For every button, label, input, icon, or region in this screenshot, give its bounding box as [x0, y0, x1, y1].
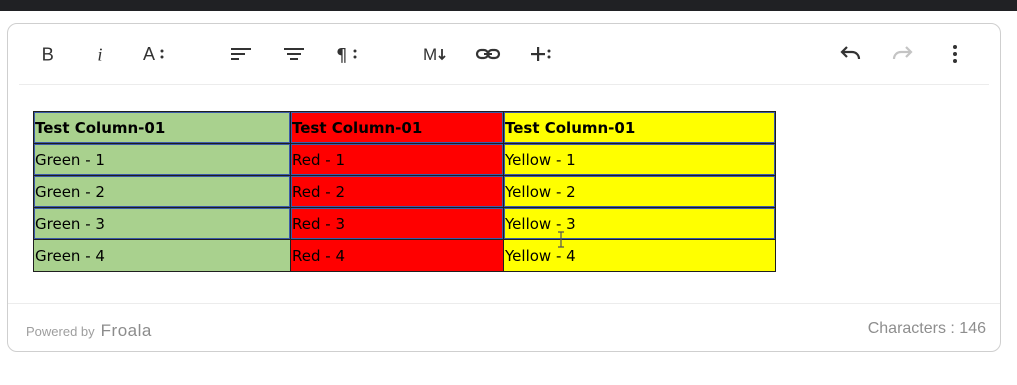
undo-icon	[837, 43, 863, 65]
italic-button[interactable]: i	[85, 38, 117, 70]
paragraph-more-button[interactable]: ¶	[331, 38, 363, 70]
table-cell[interactable]: Yellow - 1	[503, 143, 776, 176]
bold-button[interactable]: B	[32, 38, 64, 70]
table-cell[interactable]: Yellow - 4	[503, 239, 776, 272]
table-cell[interactable]: Yellow - 2	[503, 175, 776, 208]
align-left-button[interactable]	[225, 38, 257, 70]
table-cell[interactable]: Red - 4	[290, 239, 504, 272]
rich-text-editor: B i A ¶ M Test Column-01 Test Column-01 …	[7, 23, 1001, 352]
italic-icon: i	[90, 43, 112, 65]
align-center-button[interactable]	[278, 38, 310, 70]
table-cell[interactable]: Yellow - 3	[503, 207, 776, 240]
browser-top-bar	[0, 0, 1017, 11]
text-format-more-icon: A	[141, 43, 167, 65]
paragraph-more-icon: ¶	[334, 43, 360, 65]
more-vertical-icon	[950, 43, 960, 65]
table-row: Green - 1 Red - 1 Yellow - 1	[33, 143, 776, 176]
svg-text:B: B	[42, 43, 54, 64]
table-row: Green - 2 Red - 2 Yellow - 2	[33, 175, 776, 208]
table-cell[interactable]: Green - 1	[33, 143, 291, 176]
table-cell[interactable]: Red - 3	[290, 207, 504, 240]
table-row: Green - 4 Red - 4 Yellow - 4	[33, 239, 776, 272]
text-format-more-button[interactable]: A	[138, 38, 170, 70]
svg-text:A: A	[143, 44, 155, 64]
insert-more-button[interactable]	[525, 38, 557, 70]
editor-toolbar: B i A ¶ M	[8, 24, 1000, 84]
bold-icon: B	[37, 43, 59, 65]
table-header-cell[interactable]: Test Column-01	[33, 111, 291, 144]
link-button[interactable]	[472, 38, 504, 70]
redo-button[interactable]	[887, 38, 919, 70]
table-cell[interactable]: Red - 1	[290, 143, 504, 176]
table-cell[interactable]: Green - 2	[33, 175, 291, 208]
align-center-icon	[282, 43, 306, 65]
editor-footer: Powered by Froala Characters : 146	[8, 304, 1000, 352]
svg-text:M: M	[423, 45, 437, 64]
table-header-cell[interactable]: Test Column-01	[290, 111, 504, 144]
svg-text:i: i	[97, 44, 102, 64]
table-header-cell[interactable]: Test Column-01	[503, 111, 776, 144]
undo-button[interactable]	[834, 38, 866, 70]
editor-content-area[interactable]: Test Column-01 Test Column-01 Test Colum…	[8, 85, 1000, 303]
table-row: Green - 3 Red - 3 Yellow - 3	[33, 207, 776, 240]
link-icon	[475, 43, 501, 65]
table-cell[interactable]: Red - 2	[290, 175, 504, 208]
redo-icon	[890, 43, 916, 65]
align-left-icon	[229, 43, 253, 65]
markdown-button[interactable]: M	[419, 38, 451, 70]
more-options-button[interactable]	[939, 38, 971, 70]
froala-logo: Froala	[100, 321, 152, 340]
insert-more-icon	[528, 43, 554, 65]
markdown-icon: M	[422, 43, 448, 65]
svg-text:¶: ¶	[336, 45, 347, 65]
powered-by-label: Powered by	[26, 324, 95, 339]
table-cell[interactable]: Green - 3	[33, 207, 291, 240]
table-cell[interactable]: Green - 4	[33, 239, 291, 272]
table-header-row: Test Column-01 Test Column-01 Test Colum…	[33, 111, 776, 144]
color-table[interactable]: Test Column-01 Test Column-01 Test Colum…	[33, 111, 776, 272]
text-cursor-icon	[558, 231, 564, 248]
powered-by-link[interactable]: Powered by Froala	[26, 321, 152, 341]
character-counter: Characters : 146	[867, 320, 986, 337]
